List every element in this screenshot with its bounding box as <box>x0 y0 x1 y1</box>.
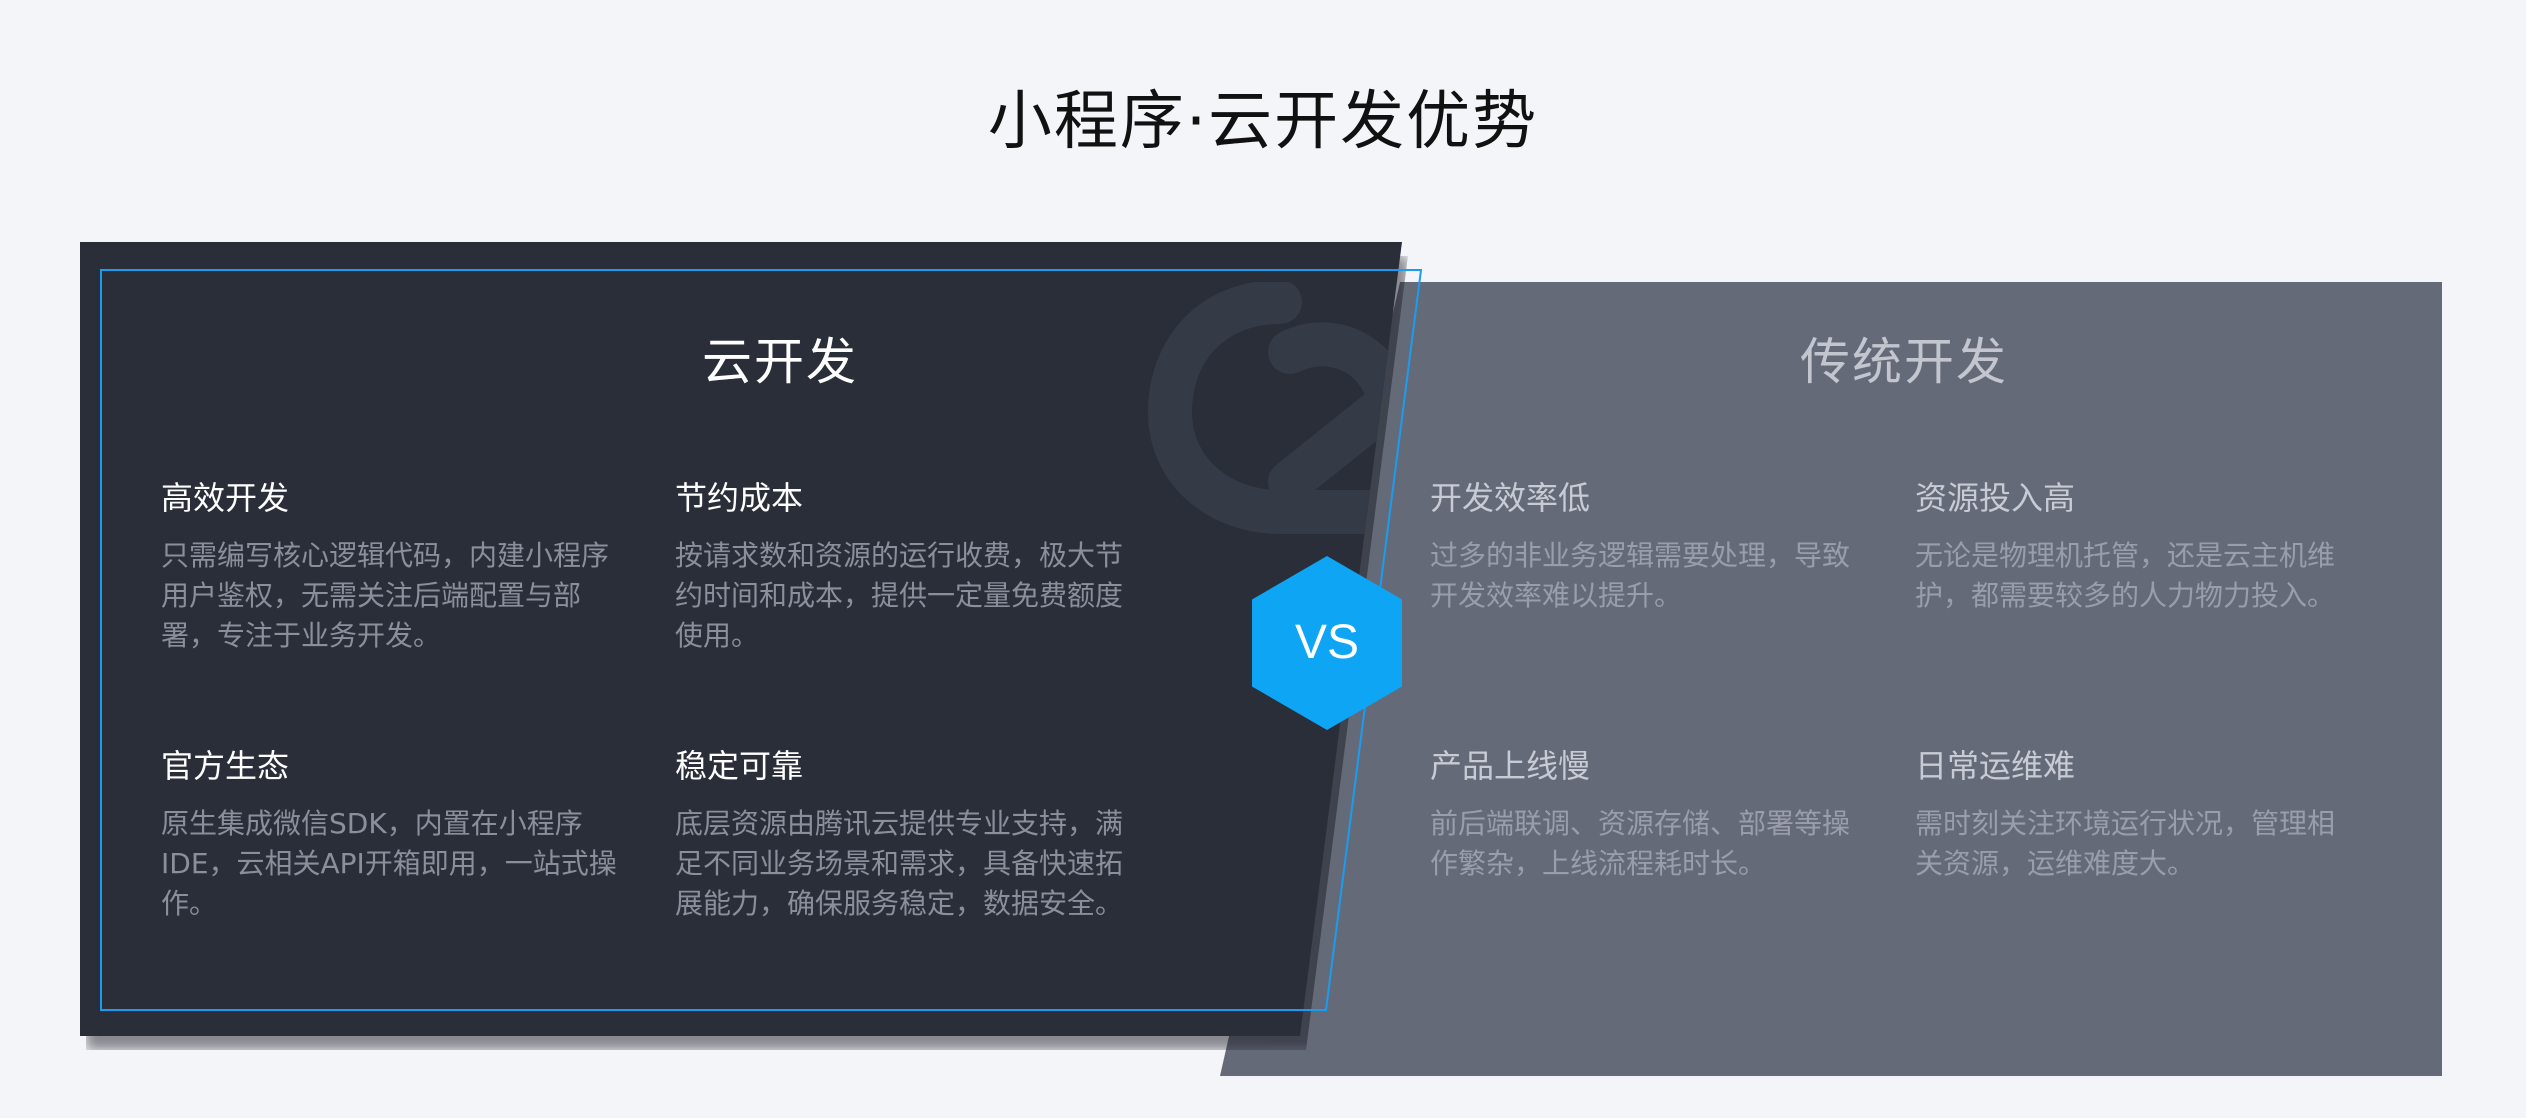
traditional-title: 传统开发 <box>1800 333 2008 391</box>
feature-title: 开发效率低 <box>1430 479 1591 517</box>
feature-title: 官方生态 <box>161 747 290 785</box>
feature-title: 产品上线慢 <box>1430 747 1591 785</box>
feature-title: 日常运维难 <box>1915 747 2076 785</box>
feature-title: 节约成本 <box>675 479 804 517</box>
feature-slow-launch: 产品上线慢 前后端联调、资源存储、部署等操 作繁杂，上线流程耗时长。 <box>1430 746 1890 884</box>
vs-label: VS <box>1294 616 1360 669</box>
feature-save-cost: 节约成本 按请求数和资源的运行收费，极大节 约时间和成本，提供一定量免费额度 使… <box>675 478 1135 656</box>
feature-desc: 只需编写核心逻辑代码，内建小程序 用户鉴权，无需关注后端配置与部 署，专注于业务… <box>161 539 610 652</box>
page-title: 小程序·云开发优势 <box>987 85 1539 159</box>
feature-high-investment: 资源投入高 无论是物理机托管，还是云主机维 护，都需要较多的人力物力投入。 <box>1915 478 2375 616</box>
feature-desc: 原生集成微信SDK，内置在小程序 IDE，云相关API开箱即用，一站式操 作。 <box>161 807 617 920</box>
feature-desc: 按请求数和资源的运行收费，极大节 约时间和成本，提供一定量免费额度 使用。 <box>675 539 1124 652</box>
feature-official-ecosystem: 官方生态 原生集成微信SDK，内置在小程序 IDE，云相关API开箱即用，一站式… <box>161 746 621 924</box>
feature-desc: 无论是物理机托管，还是云主机维 护，都需要较多的人力物力投入。 <box>1915 539 2336 612</box>
feature-title: 资源投入高 <box>1915 479 2076 517</box>
feature-desc: 过多的非业务逻辑需要处理，导致 开发效率难以提升。 <box>1430 539 1851 612</box>
feature-desc: 底层资源由腾讯云提供专业支持，满 足不同业务场景和需求，具备快速拓 展能力，确保… <box>675 807 1124 920</box>
feature-efficient-dev: 高效开发 只需编写核心逻辑代码，内建小程序 用户鉴权，无需关注后端配置与部 署，… <box>161 478 621 656</box>
cloud-watermark-icon <box>1147 282 1402 534</box>
feature-title: 稳定可靠 <box>675 747 804 785</box>
traditional-panel <box>1220 282 2442 1076</box>
feature-title: 高效开发 <box>161 479 290 517</box>
feature-desc: 前后端联调、资源存储、部署等操 作繁杂，上线流程耗时长。 <box>1430 807 1851 880</box>
feature-hard-maintenance: 日常运维难 需时刻关注环境运行状况，管理相 关资源，运维难度大。 <box>1915 746 2375 884</box>
cloud-title: 云开发 <box>702 333 858 391</box>
vs-badge: VS <box>1252 556 1402 730</box>
feature-stable-reliable: 稳定可靠 底层资源由腾讯云提供专业支持，满 足不同业务场景和需求，具备快速拓 展… <box>675 746 1135 924</box>
feature-low-efficiency: 开发效率低 过多的非业务逻辑需要处理，导致 开发效率难以提升。 <box>1430 478 1890 616</box>
feature-desc: 需时刻关注环境运行状况，管理相 关资源，运维难度大。 <box>1915 807 2336 880</box>
